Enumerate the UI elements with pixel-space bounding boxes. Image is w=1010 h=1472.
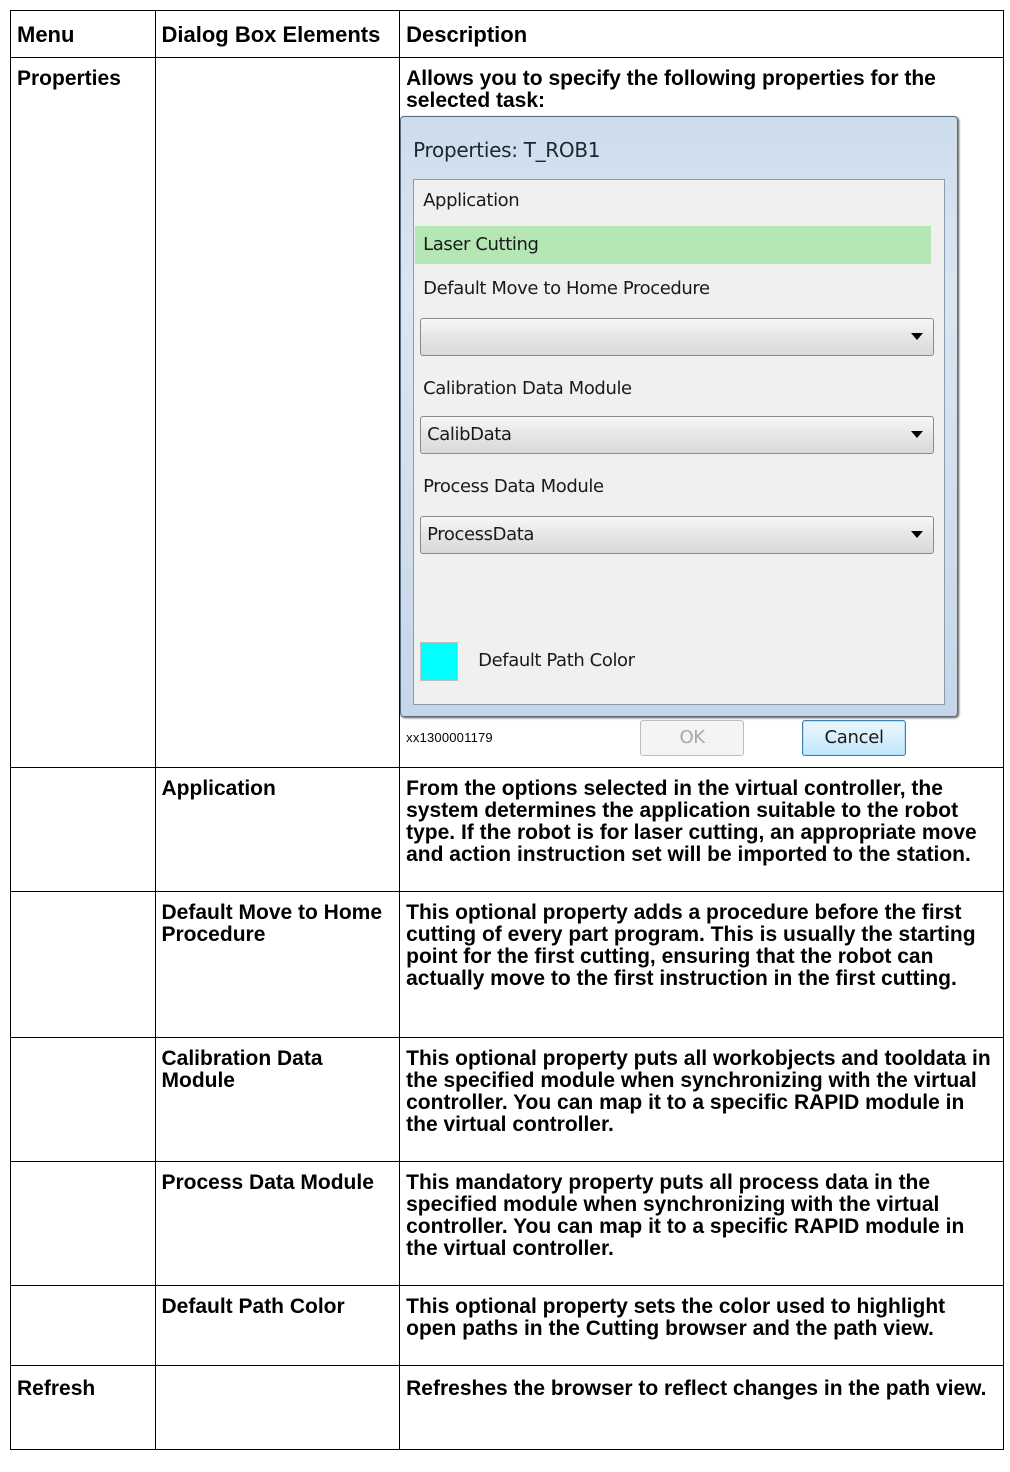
calibration-value: CalibData	[427, 424, 512, 445]
process-label: Process Data Module	[423, 476, 604, 497]
element-cell: Process Data Module	[154, 1161, 401, 1286]
description-text: Allows you to specify the following prop…	[406, 67, 936, 112]
calibration-combobox[interactable]: CalibData	[420, 416, 935, 454]
menu-cell: Refresh	[10, 1365, 156, 1450]
dropdown-arrow-icon[interactable]	[911, 333, 924, 340]
path-color-swatch[interactable]	[420, 642, 459, 681]
calibration-label: Calibration Data Module	[423, 378, 632, 399]
header-description: Description	[399, 10, 1004, 58]
dropdown-arrow-icon[interactable]	[911, 431, 924, 438]
dialog-body: Application Laser Cutting Default Move t…	[413, 179, 946, 756]
table-row: Default Move to Home Procedure This opti…	[10, 891, 1004, 1038]
table-row: Refresh Refreshes the browser to reflect…	[10, 1365, 1004, 1450]
table-row: Calibration Data Module This optional pr…	[10, 1037, 1004, 1162]
properties-table: Menu Dialog Box Elements Description Pro…	[10, 10, 1004, 1450]
ok-button[interactable]: OK	[640, 720, 745, 756]
move-home-combobox[interactable]	[420, 318, 935, 356]
description-cell: Refreshes the browser to reflect changes…	[399, 1365, 1004, 1450]
menu-cell	[10, 891, 156, 1038]
properties-dialog: Properties: T_ROB1 Application Laser Cut…	[400, 116, 959, 756]
element-cell	[154, 1365, 401, 1450]
menu-cell	[10, 1037, 156, 1162]
description-cell: This mandatory property puts all process…	[399, 1161, 1004, 1286]
header-dialog-box-elements: Dialog Box Elements	[154, 10, 401, 58]
table-row: Application From the options selected in…	[10, 767, 1004, 892]
process-combobox[interactable]: ProcessData	[420, 516, 935, 554]
description-cell: This optional property sets the color us…	[399, 1285, 1004, 1366]
move-home-label: Default Move to Home Procedure	[423, 278, 710, 299]
application-value: Laser Cutting	[423, 234, 539, 255]
element-cell: Default Path Color	[154, 1285, 401, 1366]
description-cell: Allows you to specify the following prop…	[399, 57, 1004, 768]
cancel-button[interactable]: Cancel	[802, 720, 907, 756]
process-value: ProcessData	[427, 524, 534, 545]
path-color-label: Default Path Color	[478, 650, 635, 671]
element-cell: Application	[154, 767, 401, 892]
dropdown-arrow-icon[interactable]	[911, 531, 924, 538]
element-cell: Calibration Data Module	[154, 1037, 401, 1162]
description-cell: This optional property puts all workobje…	[399, 1037, 1004, 1162]
menu-cell	[10, 767, 156, 892]
application-label: Application	[423, 190, 520, 211]
header-menu: Menu	[10, 10, 156, 58]
menu-cell: Properties	[10, 57, 156, 768]
element-cell: Default Move to Home Procedure	[154, 891, 401, 1038]
element-cell	[154, 57, 401, 768]
menu-cell	[10, 1161, 156, 1286]
table-row: Process Data Module This mandatory prope…	[10, 1161, 1004, 1286]
table-header-row: Menu Dialog Box Elements Description	[10, 10, 1004, 58]
table-row: Default Path Color This optional propert…	[10, 1285, 1004, 1366]
table-row: Properties Allows you to specify the fol…	[10, 57, 1004, 768]
description-cell: This optional property adds a procedure …	[399, 891, 1004, 1038]
description-cell: From the options selected in the virtual…	[399, 767, 1004, 892]
menu-cell	[10, 1285, 156, 1366]
dialog-title: Properties: T_ROB1	[413, 138, 601, 162]
application-value-field: Laser Cutting	[415, 226, 932, 264]
